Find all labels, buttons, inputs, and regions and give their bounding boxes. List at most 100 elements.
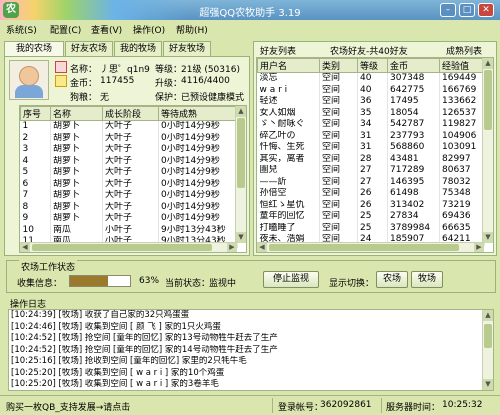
friend-cell: 119827 <box>439 119 485 131</box>
scroll-down-icon[interactable]: ▼ <box>483 379 493 390</box>
scroll-thumb[interactable] <box>269 244 459 251</box>
log-line[interactable]: [10:24:52] [牧场] 抢空间 [童年的回忆] 家的14号动物牲牛赶去了… <box>9 345 483 357</box>
friend-row[interactable]: 孙倍空 空间 26 61498 75348 <box>257 188 485 200</box>
friends-col-username[interactable]: 用户名 <box>257 58 320 73</box>
tab-my-farm[interactable]: 我的农场 <box>4 41 64 57</box>
menu-view[interactable]: 查看(V) <box>91 23 122 36</box>
upgrade-value: 4116/4400 <box>181 76 230 86</box>
crop-cell: 大叶子 <box>102 120 159 133</box>
log-line[interactable]: [10:25:16] [牧场] 抢收到空间 [童年的回忆] 家里的2只牦牛毛 <box>9 356 483 368</box>
crop-col-name[interactable]: 名称 <box>50 106 103 121</box>
friend-row[interactable]: w a r i 空间 40 642775 166769 <box>257 84 485 96</box>
scroll-up-icon[interactable]: ▲ <box>236 106 246 117</box>
stop-monitor-button[interactable]: 停止监视 <box>263 271 319 288</box>
crop-cell: 7 <box>20 190 51 202</box>
crop-cell: 1 <box>20 120 51 133</box>
log-vscroll[interactable]: ▲ ▼ <box>482 310 493 390</box>
tab-my-ranch[interactable]: 我的牧场 <box>114 41 162 56</box>
crop-row[interactable]: 9 胡萝卜 大叶子 0小时14分9秒 <box>20 213 238 225</box>
friend-row[interactable]: 打瞌睡了 空间 25 3789984 66635 <box>257 222 485 234</box>
maximize-button[interactable]: □ <box>459 3 475 17</box>
friends-col-money[interactable]: 金币 <box>387 58 440 73</box>
close-button[interactable]: ✕ <box>478 3 494 17</box>
friend-cell: 26 <box>357 188 388 200</box>
scroll-up-icon[interactable]: ▲ <box>483 310 493 321</box>
scroll-thumb[interactable] <box>484 70 492 130</box>
friend-row[interactable]: 童年的回忆 空间 25 27834 69436 <box>257 211 485 223</box>
friends-list-label[interactable]: 好友列表 <box>260 44 296 57</box>
friend-cell: 恒红ゝ星仇 <box>257 199 320 211</box>
crop-col-stage[interactable]: 成长阶段 <box>102 106 159 121</box>
menu-config[interactable]: 配置(C) <box>50 23 81 36</box>
crop-hscroll[interactable]: ◀ ▶ <box>20 242 237 252</box>
crop-row[interactable]: 5 胡萝卜 大叶子 0小时14分9秒 <box>20 167 238 179</box>
log-line[interactable]: [10:25:20] [牧场] 收集到空间 [ w a r i ] 家的10个鸡… <box>9 368 483 380</box>
friend-cell: 女人如烟 <box>257 107 320 119</box>
crop-cell: 0小时14分9秒 <box>158 120 238 133</box>
friends-hscroll[interactable]: ◀ ▶ <box>257 242 484 252</box>
friend-cell: 空间 <box>319 153 358 165</box>
scroll-down-icon[interactable]: ▼ <box>236 232 246 243</box>
friends-col-level[interactable]: 等级 <box>357 58 388 73</box>
state-label: 当前状态： <box>165 279 211 289</box>
farm-button[interactable]: 农场 <box>376 271 408 288</box>
scroll-thumb[interactable] <box>32 244 212 251</box>
scroll-up-icon[interactable]: ▲ <box>483 58 493 69</box>
menu-system[interactable]: 系统(S) <box>6 23 37 36</box>
log-line[interactable]: [10:24:52] [牧场] 抢空间 [童年的回忆] 家的13号动物牲牛赶去了… <box>9 333 483 345</box>
log-line[interactable]: [10:24:39] [牧场] 收获了自己家的32只鸡蛋蛋 <box>9 310 483 322</box>
friend-cell: 空间 <box>319 199 358 211</box>
crop-col-wait[interactable]: 等待成熟 <box>158 106 238 121</box>
scroll-left-icon[interactable]: ◀ <box>257 243 267 252</box>
crop-vscroll[interactable]: ▲ ▼ <box>235 106 246 243</box>
crop-row[interactable]: 10 南瓜 小叶子 9小时13分43秒 <box>20 224 238 236</box>
scroll-left-icon[interactable]: ◀ <box>20 243 30 252</box>
friends-col-type[interactable]: 类别 <box>319 58 358 73</box>
friend-row[interactable]: 忏悔、生死 空间 31 568860 103091 <box>257 142 485 154</box>
collect-progress-bar <box>69 275 131 287</box>
friend-row[interactable]: 恒红ゝ星仇 空间 26 313402 73219 <box>257 199 485 211</box>
crop-row[interactable]: 8 胡萝卜 大叶子 0小时14分9秒 <box>20 201 238 213</box>
tab-friend-ranch[interactable]: 好友牧场 <box>163 41 211 56</box>
ranch-button[interactable]: 牧场 <box>411 271 443 288</box>
crop-row[interactable]: 3 胡萝卜 大叶子 0小时14分9秒 <box>20 144 238 156</box>
menu-operate[interactable]: 操作(O) <box>133 23 165 36</box>
scroll-down-icon[interactable]: ▼ <box>483 232 493 243</box>
minimize-button[interactable]: – <box>440 3 456 17</box>
mature-list-label[interactable]: 成熟列表 <box>446 44 482 57</box>
scroll-right-icon[interactable]: ▶ <box>227 243 237 252</box>
friend-row[interactable]: 其实，离者 空间 28 43481 82997 <box>257 153 485 165</box>
friend-row[interactable]: 轻述 空间 36 17495 133662 <box>257 96 485 108</box>
crop-row[interactable]: 6 胡萝卜 大叶子 0小时14分9秒 <box>20 178 238 190</box>
friend-cell: 空间 <box>319 142 358 154</box>
friend-row[interactable]: 淡忘 空间 40 307348 169449 <box>257 72 485 85</box>
log-line[interactable]: [10:25:24] [牧场] 把空间 [女人如烟] 家的3号动物牛赶去了生产 <box>9 391 483 392</box>
crop-row[interactable]: 1 胡萝卜 大叶子 0小时14分9秒 <box>20 120 238 133</box>
tab-friend-farm[interactable]: 好友农场 <box>65 41 113 56</box>
friends-col-exp[interactable]: 经验值 <box>439 58 485 73</box>
log-line[interactable]: [10:25:20] [牧场] 收集到空间 [ w a r i ] 家的3卷羊毛 <box>9 379 483 390</box>
scroll-thumb[interactable] <box>484 324 492 348</box>
protect-label: 保护： <box>155 93 183 103</box>
avatar <box>9 60 49 100</box>
crop-col-index[interactable]: 序号 <box>20 106 51 121</box>
title-bar: 农 超强QQ农牧助手 3.19 – □ ✕ <box>0 0 500 20</box>
friends-count-label: 农场好友-共40好友 <box>330 47 408 57</box>
crop-cell: 大叶子 <box>102 178 159 190</box>
crop-row[interactable]: 7 胡萝卜 大叶子 0小时14分9秒 <box>20 190 238 202</box>
friend-row[interactable]: 女人如烟 空间 35 18054 126537 <box>257 107 485 119</box>
log-line[interactable]: [10:24:46] [牧场] 收集到空间 [ 颜 飞 ] 家的1只火鸡蛋 <box>9 322 483 334</box>
friend-row[interactable]: 碎乙叶の 空间 31 237793 104906 <box>257 130 485 142</box>
crop-row[interactable]: 4 胡萝卜 大叶子 0小时14分9秒 <box>20 155 238 167</box>
scroll-thumb[interactable] <box>237 118 245 188</box>
friend-row[interactable]: 團兒 空间 27 717289 80637 <box>257 165 485 177</box>
friend-row[interactable]: ゞ丶耐咏ぐ 空间 34 542787 119827 <box>257 119 485 131</box>
crop-row[interactable]: 2 胡萝卜 大叶子 0小时14分9秒 <box>20 132 238 144</box>
friend-row[interactable]: ——訢 空间 27 146395 78032 <box>257 176 485 188</box>
crop-cell: 2 <box>20 132 51 144</box>
buy-qb-link[interactable]: 购买一枚QB_支持发展→请点击 <box>6 400 130 413</box>
menu-help[interactable]: 帮助(H) <box>176 23 208 36</box>
scroll-right-icon[interactable]: ▶ <box>474 243 484 252</box>
my-farm-panel: 名称： 丿思゜q1n9 等级： 21级 (50316) 金币： 117455 升… <box>4 56 250 256</box>
friends-vscroll[interactable]: ▲ ▼ <box>482 58 493 243</box>
